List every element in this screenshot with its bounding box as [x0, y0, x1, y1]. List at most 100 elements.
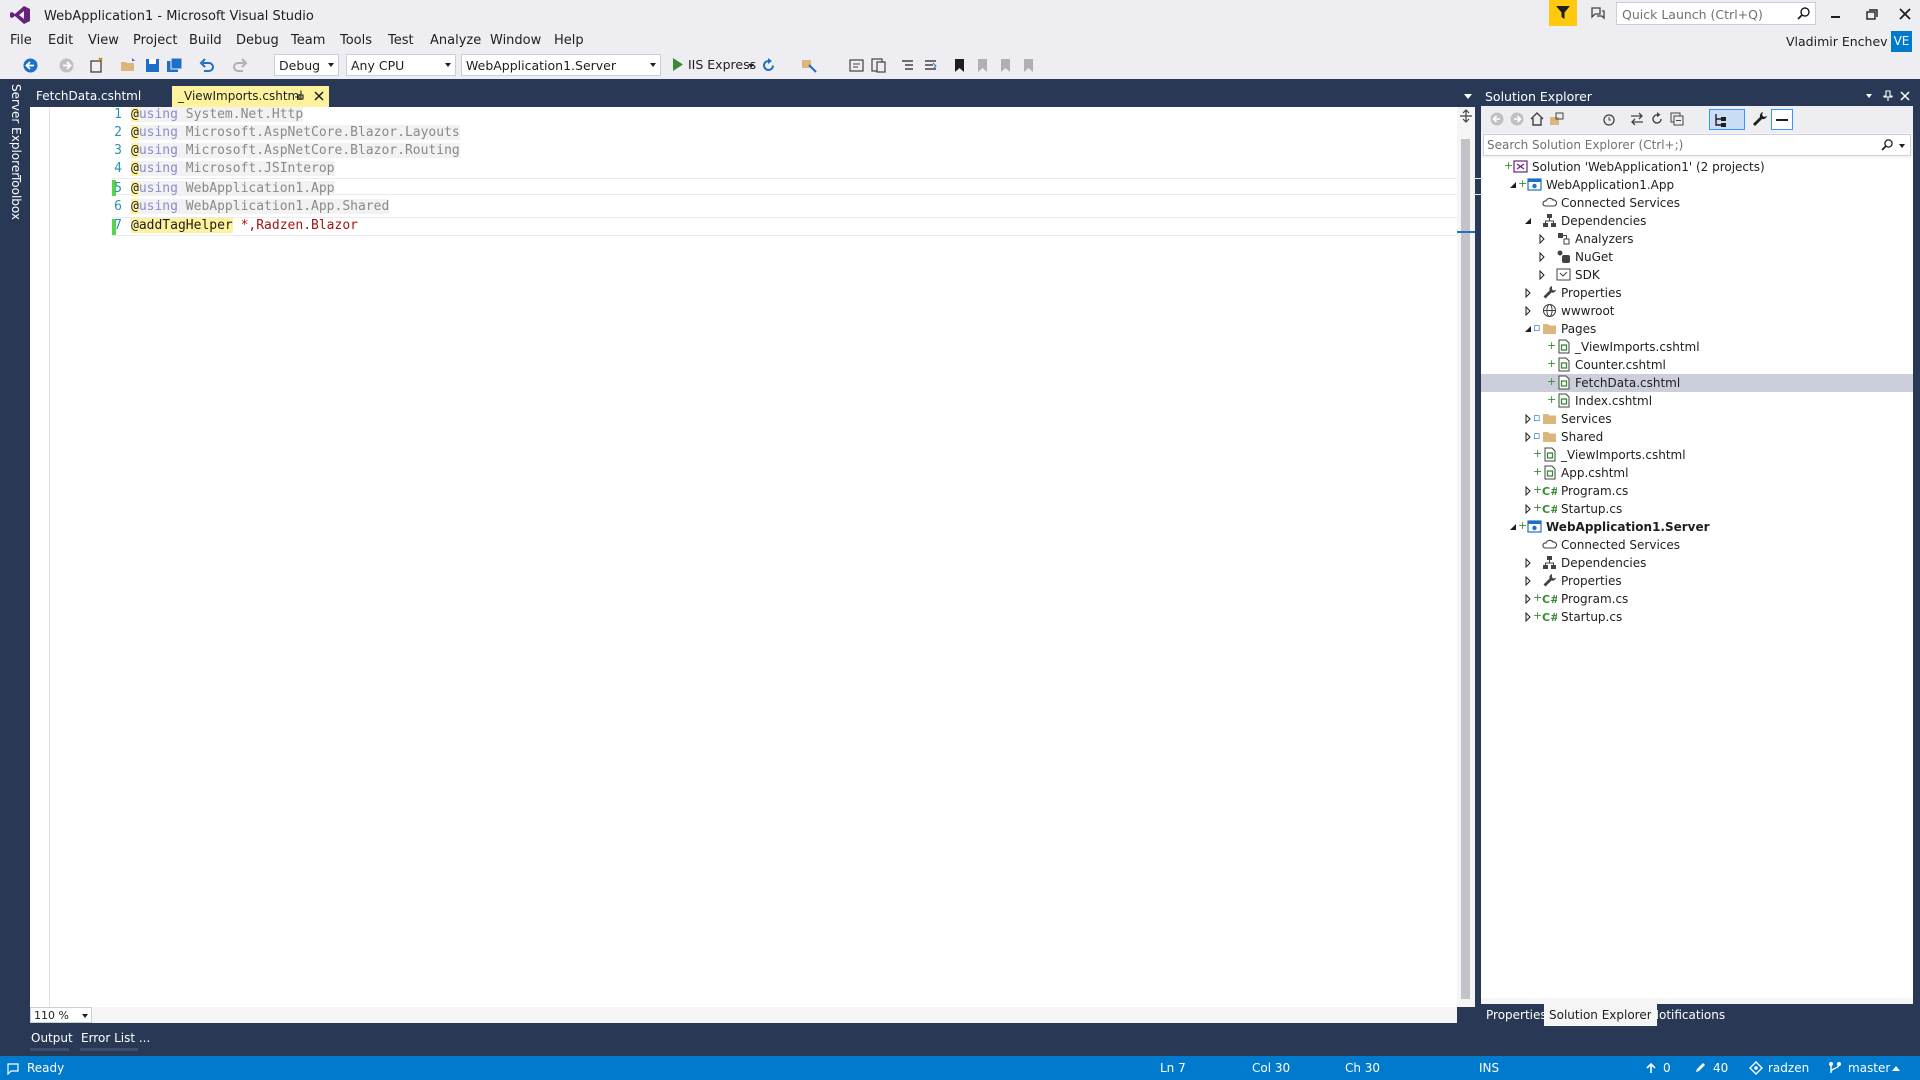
- repository-name[interactable]: radzen: [1768, 1061, 1809, 1075]
- tree-item[interactable]: Dependencies: [1481, 554, 1913, 572]
- tree-item[interactable]: + App.cshtml: [1481, 464, 1913, 482]
- expand-arrow-icon[interactable]: [1537, 252, 1547, 262]
- tree-item[interactable]: Properties: [1481, 572, 1913, 590]
- restore-button[interactable]: [1862, 6, 1880, 22]
- collapse-arrow-icon[interactable]: [1523, 216, 1533, 226]
- properties-wrench-icon[interactable]: [1752, 111, 1768, 127]
- branch-menu-chevron-up-icon[interactable]: [1892, 1066, 1900, 1071]
- tree-item[interactable]: wwwroot: [1481, 302, 1913, 320]
- tree-item[interactable]: ▫ Shared: [1481, 428, 1913, 446]
- collapse-arrow-icon[interactable]: [1508, 180, 1518, 190]
- menu-project[interactable]: Project: [133, 33, 177, 48]
- tree-item[interactable]: +C# Program.cs: [1481, 590, 1913, 608]
- step-into-icon[interactable]: [848, 57, 865, 74]
- zoom-dropdown[interactable]: 110 %: [30, 1007, 92, 1023]
- save-all-icon[interactable]: [166, 57, 183, 74]
- feedback-filter-button[interactable]: [1549, 0, 1577, 26]
- solution-explorer-search-input[interactable]: Search Solution Explorer (Ctrl+;): [1483, 134, 1911, 156]
- server-explorer-tab[interactable]: Server Explorer: [9, 84, 23, 177]
- repository-icon[interactable]: [1749, 1061, 1763, 1075]
- refresh-icon[interactable]: [1649, 111, 1665, 127]
- tree-item[interactable]: + _ViewImports.cshtml: [1481, 446, 1913, 464]
- previous-bookmark-icon[interactable]: [974, 57, 991, 74]
- notifications-icon[interactable]: [1590, 5, 1606, 21]
- user-account-menu[interactable]: Vladimir Enchev ▾: [1786, 34, 1898, 49]
- save-icon[interactable]: [144, 57, 161, 74]
- git-branch-name[interactable]: master: [1848, 1061, 1890, 1075]
- expand-arrow-icon[interactable]: [1523, 558, 1533, 568]
- new-project-icon[interactable]: [88, 57, 105, 74]
- expand-arrow-icon[interactable]: [1523, 432, 1533, 442]
- menu-window[interactable]: Window: [490, 33, 541, 48]
- start-debugging-button[interactable]: IIS Express: [670, 55, 758, 75]
- open-file-icon[interactable]: [120, 57, 137, 74]
- redo-icon[interactable]: [232, 57, 249, 74]
- tree-item[interactable]: + _ViewImports.cshtml: [1481, 338, 1913, 356]
- expand-arrow-icon[interactable]: [1523, 288, 1533, 298]
- expand-arrow-icon[interactable]: [1523, 576, 1533, 586]
- git-branch-icon[interactable]: [1828, 1061, 1842, 1075]
- close-tab-icon[interactable]: [314, 91, 324, 101]
- tree-item[interactable]: NuGet: [1481, 248, 1913, 266]
- minimize-button[interactable]: [1826, 6, 1844, 22]
- tree-item[interactable]: + WebApplication1.App: [1481, 176, 1913, 194]
- error-list-tab[interactable]: Error List ...: [81, 1031, 150, 1045]
- uncomment-icon[interactable]: [922, 57, 939, 74]
- tree-item[interactable]: +C# Startup.cs: [1481, 500, 1913, 518]
- pending-changes-count[interactable]: 40: [1713, 1061, 1728, 1075]
- tree-item[interactable]: + WebApplication1.Server: [1481, 518, 1913, 536]
- search-options-dropdown[interactable]: [1899, 144, 1905, 148]
- output-tab[interactable]: Output: [31, 1031, 73, 1045]
- tree-item[interactable]: Connected Services: [1481, 536, 1913, 554]
- next-bookmark-icon[interactable]: [997, 57, 1014, 74]
- undo-icon[interactable]: [198, 57, 215, 74]
- tab-fetchdata[interactable]: FetchData.cshtml: [30, 86, 170, 107]
- split-editor-icon[interactable]: [1459, 109, 1473, 123]
- expand-arrow-icon[interactable]: [1523, 504, 1533, 514]
- pending-changes-filter-icon[interactable]: [1601, 111, 1617, 127]
- expand-arrow-icon[interactable]: [1523, 486, 1533, 496]
- solution-explorer-tab[interactable]: Solution Explorer: [1544, 1004, 1657, 1026]
- expand-arrow-icon[interactable]: [1523, 594, 1533, 604]
- editor-horizontal-scrollbar[interactable]: [92, 1007, 1457, 1023]
- avatar[interactable]: VE: [1891, 31, 1912, 52]
- back-icon[interactable]: [1489, 111, 1505, 127]
- menu-edit[interactable]: Edit: [48, 33, 73, 48]
- expand-arrow-icon[interactable]: [1523, 306, 1533, 316]
- tree-item[interactable]: + Index.cshtml: [1481, 392, 1913, 410]
- toolbox-tab[interactable]: Toolbox: [9, 175, 23, 220]
- properties-tab[interactable]: Properties: [1481, 1004, 1552, 1026]
- menu-team[interactable]: Team: [291, 33, 325, 48]
- editor-vertical-scrollbar[interactable]: [1457, 107, 1475, 1007]
- notifications-tab[interactable]: Notifications: [1645, 1004, 1730, 1026]
- forward-icon[interactable]: [1509, 111, 1525, 127]
- editor-scroll-thumb[interactable]: [1461, 139, 1470, 999]
- home-icon[interactable]: [1529, 111, 1545, 127]
- menu-help[interactable]: Help: [554, 33, 584, 48]
- menu-build[interactable]: Build: [189, 33, 222, 48]
- close-button[interactable]: [1896, 6, 1914, 22]
- startup-project-dropdown[interactable]: WebApplication1.Server: [461, 54, 661, 76]
- tree-item[interactable]: + Counter.cshtml: [1481, 356, 1913, 374]
- tree-item[interactable]: + FetchData.cshtml: [1481, 374, 1913, 392]
- tree-item[interactable]: Connected Services: [1481, 194, 1913, 212]
- switch-views-icon[interactable]: [1549, 111, 1565, 127]
- code-editor[interactable]: 1 @using System.Net.Http 2 @using Micros…: [30, 107, 1482, 1007]
- tab-viewimports[interactable]: _ViewImports.cshtml: [172, 86, 329, 107]
- expand-arrow-icon[interactable]: [1537, 270, 1547, 280]
- close-panel-icon[interactable]: [1900, 91, 1910, 101]
- pending-changes-pencil-icon[interactable]: [1694, 1061, 1707, 1074]
- tree-item[interactable]: Analyzers: [1481, 230, 1913, 248]
- solution-platform-dropdown[interactable]: Any CPU: [346, 54, 456, 76]
- tree-item[interactable]: Dependencies: [1481, 212, 1913, 230]
- window-position-dropdown[interactable]: [1866, 94, 1872, 98]
- unpushed-commits-count[interactable]: 0: [1663, 1061, 1671, 1075]
- navigate-forward-icon[interactable]: [58, 57, 75, 74]
- collapse-arrow-icon[interactable]: [1508, 522, 1518, 532]
- expand-arrow-icon[interactable]: [1523, 414, 1533, 424]
- quick-launch-input[interactable]: Quick Launch (Ctrl+Q): [1616, 2, 1816, 25]
- menu-file[interactable]: File: [10, 33, 32, 48]
- refresh-icon[interactable]: [760, 57, 777, 74]
- menu-test[interactable]: Test: [388, 33, 414, 48]
- tree-item[interactable]: ▫ Pages: [1481, 320, 1913, 338]
